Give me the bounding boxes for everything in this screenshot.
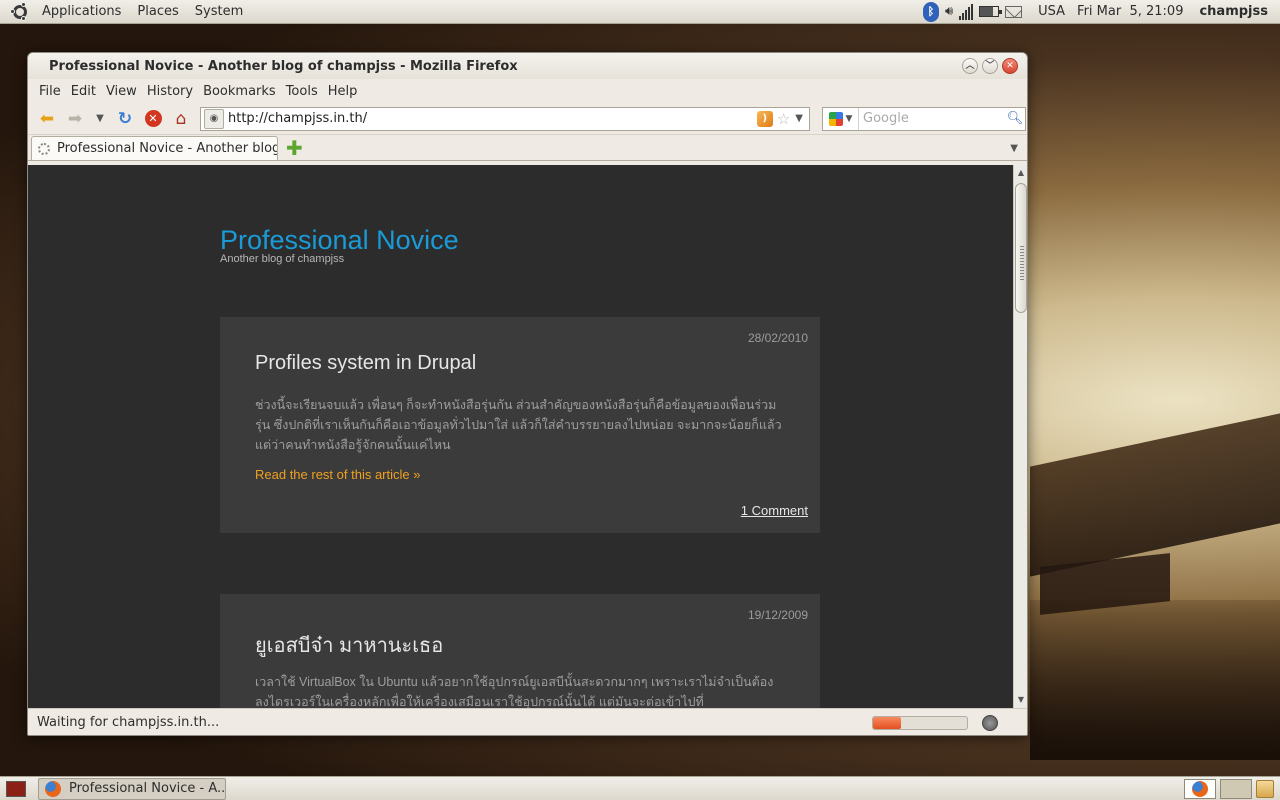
page-content: Professional Novice Another blog of cham… (28, 165, 1013, 708)
forward-button[interactable]: ➡ (62, 107, 88, 131)
site-identity-icon[interactable]: ◉ (204, 108, 224, 129)
taskbar-window-button[interactable]: Professional Novice - A... (38, 777, 226, 800)
search-icon[interactable]: 🔍︎ (1005, 111, 1025, 126)
top-panel: Applications Places System ᛒ 🔊︎ USA Fri … (0, 0, 1280, 24)
menu-edit[interactable]: Edit (66, 84, 101, 99)
menu-bookmarks[interactable]: Bookmarks (198, 84, 281, 99)
rss-feed-icon[interactable]: ) (756, 110, 773, 127)
clock[interactable]: Fri Mar 5, 21:09 (1077, 4, 1183, 19)
search-engine-button[interactable]: ▼ (823, 107, 859, 130)
keyboard-layout[interactable]: USA (1038, 4, 1065, 19)
window-title: Professional Novice - Another blog of ch… (49, 58, 518, 74)
post-date: 28/02/2010 (747, 331, 808, 345)
chevron-down-icon: ▼ (96, 113, 104, 124)
workspace-2[interactable] (1220, 778, 1252, 799)
mail-icon[interactable] (1005, 5, 1023, 18)
post-excerpt: ช่วงนี้จะเรียนจบแล้ว เพื่อนๆ ก็จะทำหนังส… (255, 398, 782, 452)
menubar: File Edit View History Bookmarks Tools H… (28, 79, 1027, 103)
page-scrollbar[interactable]: ▲ ▼ (1013, 165, 1027, 708)
navigation-toolbar: ⬅ ➡ ▼ ↻ ✕ ⌂ ◉ http://champjss.in.th/ ) ☆… (28, 103, 1027, 135)
search-input[interactable] (859, 111, 1005, 126)
blog-title[interactable]: Professional Novice (220, 225, 459, 256)
menu-history[interactable]: History (142, 84, 198, 99)
read-more-link[interactable]: Read the rest of this article » (255, 467, 420, 482)
close-button[interactable]: ✕ (1002, 58, 1018, 74)
tab-list-dropdown[interactable]: ▼ (1010, 143, 1018, 160)
stop-button[interactable]: ✕ (140, 107, 166, 131)
trash-icon[interactable] (1256, 779, 1274, 798)
forward-arrow-icon: ➡ (67, 108, 83, 129)
tab-bar: Professional Novice - Another blog... ✚ … (28, 135, 1027, 161)
status-text: Waiting for champjss.in.th... (37, 715, 220, 730)
firefox-icon (1192, 780, 1208, 797)
workspace-1[interactable] (1184, 778, 1216, 799)
search-bar: ▼ 🔍︎ (822, 106, 1026, 131)
system-tray: ᛒ 🔊︎ USA Fri Mar 5, 21:09 champjss (922, 1, 1280, 22)
battery-icon[interactable] (979, 6, 1003, 17)
bluetooth-icon[interactable]: ᛒ (922, 1, 939, 22)
url-text[interactable]: http://champjss.in.th/ (228, 111, 757, 126)
home-button[interactable]: ⌂ (168, 107, 194, 131)
reload-icon: ↻ (117, 108, 133, 129)
window-titlebar[interactable]: Professional Novice - Another blog of ch… (28, 53, 1027, 79)
status-icon[interactable] (982, 715, 998, 731)
scrollbar-thumb[interactable] (1015, 183, 1027, 313)
firefox-icon (45, 780, 61, 797)
blog-subtitle: Another blog of champjss (220, 253, 345, 265)
loading-progress-bar (872, 716, 968, 730)
chevron-down-icon: ▼ (845, 113, 853, 124)
applications-menu[interactable]: Applications (34, 4, 129, 19)
post-title[interactable]: ยูเอสบีจ๋า มาหานะเธอ (255, 629, 443, 661)
url-bar[interactable]: ◉ http://champjss.in.th/ ) ☆ ▼ (200, 106, 810, 131)
scroll-down-icon[interactable]: ▼ (1014, 693, 1027, 707)
post-excerpt: เวลาใช้ VirtualBox ใน Ubuntu แล้วอยากใช้… (255, 675, 774, 708)
system-menu[interactable]: System (187, 4, 251, 19)
back-arrow-icon: ⬅ (39, 108, 55, 129)
status-bar: Waiting for champjss.in.th... (28, 708, 1027, 735)
bottom-panel: Professional Novice - A... (0, 776, 1280, 800)
volume-icon[interactable]: 🔊︎ (945, 4, 953, 19)
post-date: 19/12/2009 (747, 608, 808, 622)
ubuntu-logo-icon[interactable] (10, 1, 30, 22)
menu-tools[interactable]: Tools (281, 84, 323, 99)
user-menu[interactable]: champjss (1199, 4, 1268, 19)
menu-view[interactable]: View (101, 84, 142, 99)
minimize-button[interactable]: ︿ (962, 58, 978, 74)
maximize-button[interactable]: ﹀ (982, 58, 998, 74)
menu-help[interactable]: Help (323, 84, 363, 99)
new-tab-button[interactable]: ✚ (286, 138, 306, 160)
places-menu[interactable]: Places (129, 4, 186, 19)
show-desktop-button[interactable] (6, 780, 26, 797)
reload-button[interactable]: ↻ (112, 107, 138, 131)
wallpaper-shape (1040, 553, 1170, 615)
firefox-window: Professional Novice - Another blog of ch… (27, 52, 1028, 736)
back-button[interactable]: ⬅ (34, 107, 60, 131)
menu-file[interactable]: File (34, 84, 66, 99)
wallpaper-shape (1030, 413, 1280, 577)
network-icon[interactable] (959, 3, 974, 20)
tab-title: Professional Novice - Another blog... (57, 141, 278, 156)
wallpaper-shape (1030, 600, 1280, 760)
comments-link[interactable]: 1 Comment (741, 503, 808, 518)
home-icon: ⌂ (175, 108, 187, 129)
post-card: 28/02/2010 Profiles system in Drupal ช่ว… (220, 317, 820, 533)
google-icon (828, 111, 843, 126)
stop-icon: ✕ (144, 110, 162, 127)
bookmark-star-icon[interactable]: ☆ (777, 110, 790, 128)
post-title[interactable]: Profiles system in Drupal (255, 352, 476, 375)
post-card: 19/12/2009 ยูเอสบีจ๋า มาหานะเธอ เวลาใช้ … (220, 594, 820, 708)
tab-current[interactable]: Professional Novice - Another blog... (31, 136, 278, 160)
loading-spinner-icon (38, 142, 50, 155)
history-dropdown-button[interactable]: ▼ (90, 107, 110, 131)
url-dropdown-icon[interactable]: ▼ (795, 113, 803, 124)
taskbar-window-label: Professional Novice - A... (69, 781, 226, 796)
scroll-up-icon[interactable]: ▲ (1014, 166, 1027, 180)
